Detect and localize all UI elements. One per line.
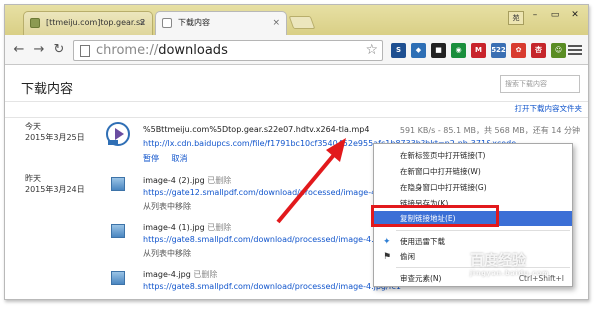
remove-from-list-link[interactable]: 从列表中移除 [143,201,191,212]
video-file-icon [106,122,130,146]
image-file-icon [111,224,125,238]
chrome-menu-button[interactable] [568,43,582,57]
date-label: 今天 [25,122,41,131]
pause-link[interactable]: 暂停 [143,154,159,163]
menu-thunder-download[interactable]: ✦ 使用迅雷下载 [374,234,572,249]
toolbar: ← → ↻ chrome://downloads ☆ S ◆ ■ ◉ M 522 ✿ 杏 ☺ [5,35,588,65]
deleted-status: 已删除 [207,223,232,232]
open-downloads-folder-link[interactable]: 打开下载内容文件夹 [515,103,583,114]
cancel-link[interactable]: 取消 [172,154,188,163]
divider [5,117,588,118]
back-arrow-icon: ← [13,42,25,57]
menu-open-new-tab[interactable]: 在新标签页中打开链接(T) [374,148,572,163]
tab-title: 下载内容 [178,18,210,27]
deleted-status: 已删除 [207,176,232,185]
download-url-link[interactable]: https://gate8.smallpdf.com/download/proc… [143,282,401,291]
download-url-link[interactable]: https://gate8.smallpdf.com/download/proc… [143,235,394,244]
minimize-button[interactable]: – [526,9,544,21]
menu-open-new-window[interactable]: 在新窗口中打开链接(W) [374,164,572,179]
ext-icon-1[interactable]: S [391,43,406,58]
close-window-button[interactable]: ✕ [566,9,584,21]
download-actions: 暂停 取消 [143,153,198,164]
tab-title: [ttmeiju.com]top.gear.s2 [46,18,146,27]
menu-item-label: 在新窗口中打开链接(W) [400,167,481,176]
ext-icon-8[interactable]: 杏 [531,43,546,58]
bookmark-star-icon[interactable]: ☆ [365,41,378,60]
forward-arrow-icon: → [33,42,45,57]
file-name-text[interactable]: image-4.jpg [143,270,191,279]
date-value: 2015年3月25日 [25,133,85,142]
reload-button[interactable]: ↻ [51,42,67,58]
page-favicon-icon [162,18,172,28]
file-name-text[interactable]: image-4 (2).jpg [143,176,205,185]
back-button[interactable]: ← [11,42,27,58]
menu-item-label: 使用迅雷下载 [400,237,445,246]
date-value: 2015年3月24日 [25,185,85,194]
menu-open-incognito[interactable]: 在隐身窗口中打开链接(G) [374,180,572,195]
image-file-icon [111,271,125,285]
ext-icon-4[interactable]: ◉ [451,43,466,58]
forward-button[interactable]: → [31,42,47,58]
download-file-name: image-4.jpg 已删除 [143,269,217,280]
download-file-name: image-4 (2).jpg 已删除 [143,175,231,186]
deleted-status: 已删除 [193,270,218,279]
new-tab-button[interactable] [288,16,316,29]
user-profile-button[interactable]: 苑 [508,11,524,25]
tab-ttmeiju[interactable]: [ttmeiju.com]top.gear.s2 × [23,11,153,35]
download-file-name[interactable]: %5Bttmeiju.com%5Dtop.gear.s22e07.hdtv.x2… [143,125,369,134]
ttmeiju-favicon-icon [30,18,40,28]
maximize-button[interactable]: ▭ [546,9,564,21]
image-file-icon [111,177,125,191]
search-downloads-input[interactable]: 搜索下载内容 [500,75,580,93]
date-group-today: 今天 2015年3月25日 [25,121,85,143]
title-bar: [ttmeiju.com]top.gear.s2 × 下载内容 × 苑 – ▭ … [5,5,588,35]
address-bar[interactable]: chrome://downloads ☆ [73,40,383,61]
url-path: downloads [158,43,228,58]
ext-icon-9[interactable]: ☺ [551,43,566,58]
url-scheme: chrome:// [96,43,159,58]
annotation-highlight-box [371,205,499,227]
tab-downloads[interactable]: 下载内容 × [155,11,287,35]
ext-icon-2[interactable]: ◆ [411,43,426,58]
download-url-link[interactable]: https://gate12.smallpdf.com/download/pro… [143,188,399,197]
watermark-sub: jingyan.baidu.com [470,270,550,277]
remove-from-list-link[interactable]: 从列表中移除 [143,248,191,259]
watermark-brand: 百度经验 [470,253,526,269]
menu-item-label: 审查元素(N) [400,274,442,283]
ext-icon-5[interactable]: M [471,43,486,58]
page-icon [80,45,90,57]
page-title: 下载内容 [21,82,74,97]
hamburger-icon [568,45,582,47]
reload-icon: ↻ [53,42,65,57]
divider [5,101,588,102]
download-progress-text: 591 KB/s - 85.1 MB，共 568 MB，还有 14 分钟 [399,126,580,135]
ext-icon-3[interactable]: ■ [431,43,446,58]
menu-item-label: 偷闲 [400,252,415,261]
menu-item-label: 在新标签页中打开链接(T) [400,151,486,160]
flag-icon: ⚑ [383,252,392,262]
ext-icon-7[interactable]: ✿ [511,43,526,58]
date-label: 昨天 [25,174,41,183]
tab-close-icon[interactable]: × [138,12,146,34]
download-file-name: image-4 (1).jpg 已删除 [143,222,231,233]
ext-icon-6[interactable]: 522 [491,43,506,58]
tab-close-icon[interactable]: × [272,12,280,34]
file-name-text[interactable]: image-4 (1).jpg [143,223,205,232]
menu-item-label: 在隐身窗口中打开链接(G) [400,183,487,192]
thunder-bird-icon: ✦ [383,237,391,247]
date-group-yesterday: 昨天 2015年3月24日 [25,173,85,195]
menu-separator [396,230,570,231]
baidu-jingyan-watermark: 百度经验 jingyan.baidu.com [470,250,580,280]
